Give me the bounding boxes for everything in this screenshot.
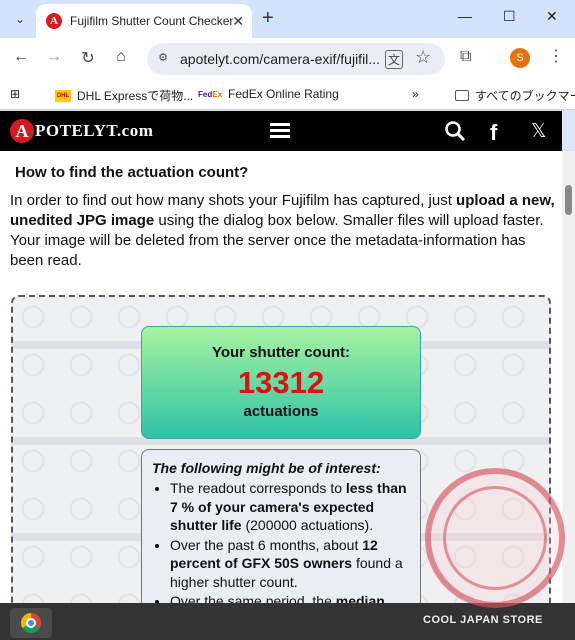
apps-grid-icon[interactable]: ⊞ — [10, 87, 20, 101]
hamburger-menu-icon[interactable] — [270, 123, 290, 141]
list-item: Over the same period, the median — [170, 592, 412, 603]
fedex-icon: FedEx — [198, 89, 223, 99]
search-icon[interactable] — [444, 120, 466, 148]
tab-close-icon[interactable]: ✕ — [232, 13, 244, 30]
intro-paragraph: In order to find out how many shots your… — [10, 191, 555, 271]
folder-label: すべてのブックマーク — [475, 89, 575, 103]
dhl-icon: DHL — [55, 89, 71, 102]
new-tab-button[interactable]: + — [262, 7, 274, 29]
logo-letter: A — [10, 119, 34, 143]
bookmark-label: DHL Expressで荷物... — [77, 89, 194, 103]
watermark-logo — [425, 468, 565, 608]
info-list: The readout corresponds to less than 7 %… — [170, 479, 412, 603]
forward-button[interactable]: → — [43, 48, 65, 66]
translate-icon[interactable]: 文 — [385, 50, 404, 69]
intro-text: In order to find out how many shots your… — [10, 192, 457, 209]
maximize-button[interactable]: ☐ — [503, 8, 516, 25]
watermark-inner-ring — [443, 486, 547, 590]
back-button[interactable]: ← — [10, 48, 32, 66]
list-item: The readout corresponds to less than 7 %… — [170, 479, 412, 535]
info-box: The following might be of interest: The … — [141, 449, 421, 603]
shutter-count-unit: actuations — [243, 403, 319, 420]
facebook-icon[interactable]: f — [490, 120, 497, 146]
site-header: A POTELYT.com f 𝕏 — [0, 111, 562, 151]
tab-search-chevron-icon[interactable]: ⌄ — [8, 7, 32, 31]
bookmark-star-icon[interactable]: ☆ — [415, 47, 431, 68]
logo-text: POTELYT.com — [35, 121, 154, 140]
page-heading: How to find the actuation count? — [15, 164, 249, 181]
watermark-text: COOL JAPAN STORE — [423, 614, 543, 626]
site-logo[interactable]: A POTELYT.com — [10, 119, 153, 143]
info-heading: The following might be of interest: — [152, 460, 381, 476]
shutter-count-value: 13312 — [237, 365, 325, 400]
bookmark-label: FedEx Online Rating — [228, 87, 339, 101]
taskbar-chrome-button[interactable] — [10, 608, 52, 638]
bookmarks-bar: ⊞ DHL DHL Expressで荷物... FedEx FedEx Onli… — [0, 80, 575, 110]
shutter-count-box: Your shutter count: 13312 actuations — [141, 326, 421, 439]
reload-button[interactable]: ↻ — [77, 48, 99, 68]
tab-active[interactable]: A Fujifilm Shutter Count Checker ✕ — [36, 4, 252, 38]
chrome-icon — [21, 613, 41, 633]
browser-menu-icon[interactable]: ⋮ — [548, 46, 564, 66]
extensions-icon[interactable]: ⧉ — [460, 48, 471, 66]
tab-title: Fujifilm Shutter Count Checker — [70, 14, 234, 28]
site-favicon-icon: A — [46, 13, 62, 29]
bookmarks-overflow-button[interactable]: » — [412, 87, 419, 101]
list-item: Over the past 6 months, about 12 percent… — [170, 536, 412, 592]
profile-avatar[interactable]: S — [510, 48, 530, 68]
minimize-button[interactable]: — — [458, 8, 472, 24]
bookmark-dhl[interactable]: DHL DHL Expressで荷物... — [55, 87, 193, 104]
url-text[interactable]: apotelyt.com/camera-exif/fujifil... — [180, 51, 380, 67]
close-window-button[interactable]: ✕ — [546, 8, 558, 25]
scrollbar-thumb[interactable] — [565, 185, 572, 215]
bookmark-fedex[interactable]: FedEx FedEx Online Rating — [198, 87, 339, 101]
all-bookmarks-folder[interactable]: すべてのブックマーク — [455, 87, 575, 104]
tab-strip: ⌄ A Fujifilm Shutter Count Checker ✕ + —… — [0, 0, 575, 38]
address-bar[interactable]: ⚙ apotelyt.com/camera-exif/fujifil... 文 … — [147, 43, 445, 75]
x-twitter-icon[interactable]: 𝕏 — [531, 120, 546, 143]
site-info-icon[interactable]: ⚙ — [155, 51, 171, 67]
folder-icon — [455, 90, 469, 101]
shutter-count-label: Your shutter count: — [211, 344, 351, 361]
browser-toolbar: ← → ↻ ⌂ ⚙ apotelyt.com/camera-exif/fujif… — [0, 38, 575, 80]
home-button[interactable]: ⌂ — [110, 48, 132, 66]
